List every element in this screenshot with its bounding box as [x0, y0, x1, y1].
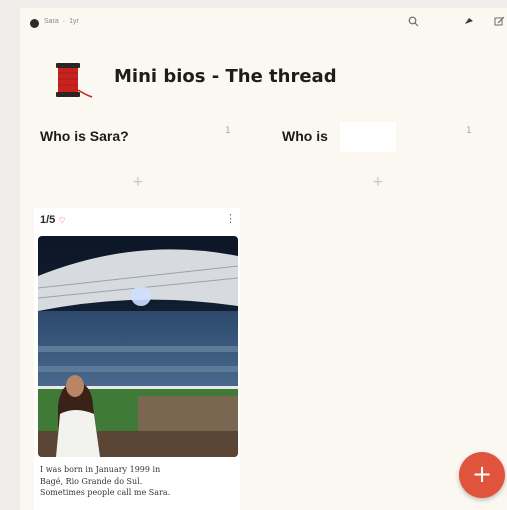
post-body: I was born in January 1999 in Bagé, Rio …	[40, 464, 236, 499]
search-icon[interactable]	[408, 16, 419, 30]
breadcrumb-author[interactable]: Sara	[44, 18, 59, 25]
page-title: Mini bios - The thread	[114, 66, 337, 87]
board: Sara · 1yr Mini bios - The thread Who is…	[20, 8, 507, 510]
post-card[interactable]: 1/5 ♡ ⋮ I was born in January 1999 in Ba…	[34, 208, 240, 510]
share-icon[interactable]	[464, 16, 474, 29]
breadcrumb-separator: ·	[62, 18, 66, 25]
avatar[interactable]	[30, 19, 39, 28]
thread-spool-icon	[48, 57, 94, 103]
edit-icon[interactable]	[494, 16, 505, 30]
column-title-who-is-sara[interactable]: Who is Sara?	[40, 128, 129, 144]
heart-icon[interactable]: ♡	[58, 216, 65, 225]
post-counter-text: 1/5	[40, 214, 56, 226]
breadcrumb: Sara · 1yr	[44, 18, 79, 25]
breadcrumb-age: 1yr	[69, 18, 79, 25]
add-post-plus-icon[interactable]: +	[372, 174, 384, 190]
kebab-menu-icon[interactable]: ⋮	[225, 212, 236, 225]
add-post-fab-button[interactable]: +	[459, 452, 505, 498]
column-title-who-is[interactable]: Who is	[282, 128, 328, 144]
post-photo	[38, 236, 238, 457]
top-bar: Sara · 1yr	[20, 8, 507, 40]
post-line: Bagé, Rio Grande do Sul.	[40, 476, 143, 486]
column-post-count: 1	[225, 126, 231, 136]
column-post-count: 1	[466, 126, 472, 136]
column-title-blank	[340, 122, 396, 152]
post-line: I was born in January 1999 in	[40, 465, 161, 474]
add-post-plus-icon[interactable]: +	[132, 174, 144, 190]
post-counter: 1/5 ♡	[40, 214, 66, 226]
post-line: Sometimes people call me Sara.	[40, 488, 171, 497]
